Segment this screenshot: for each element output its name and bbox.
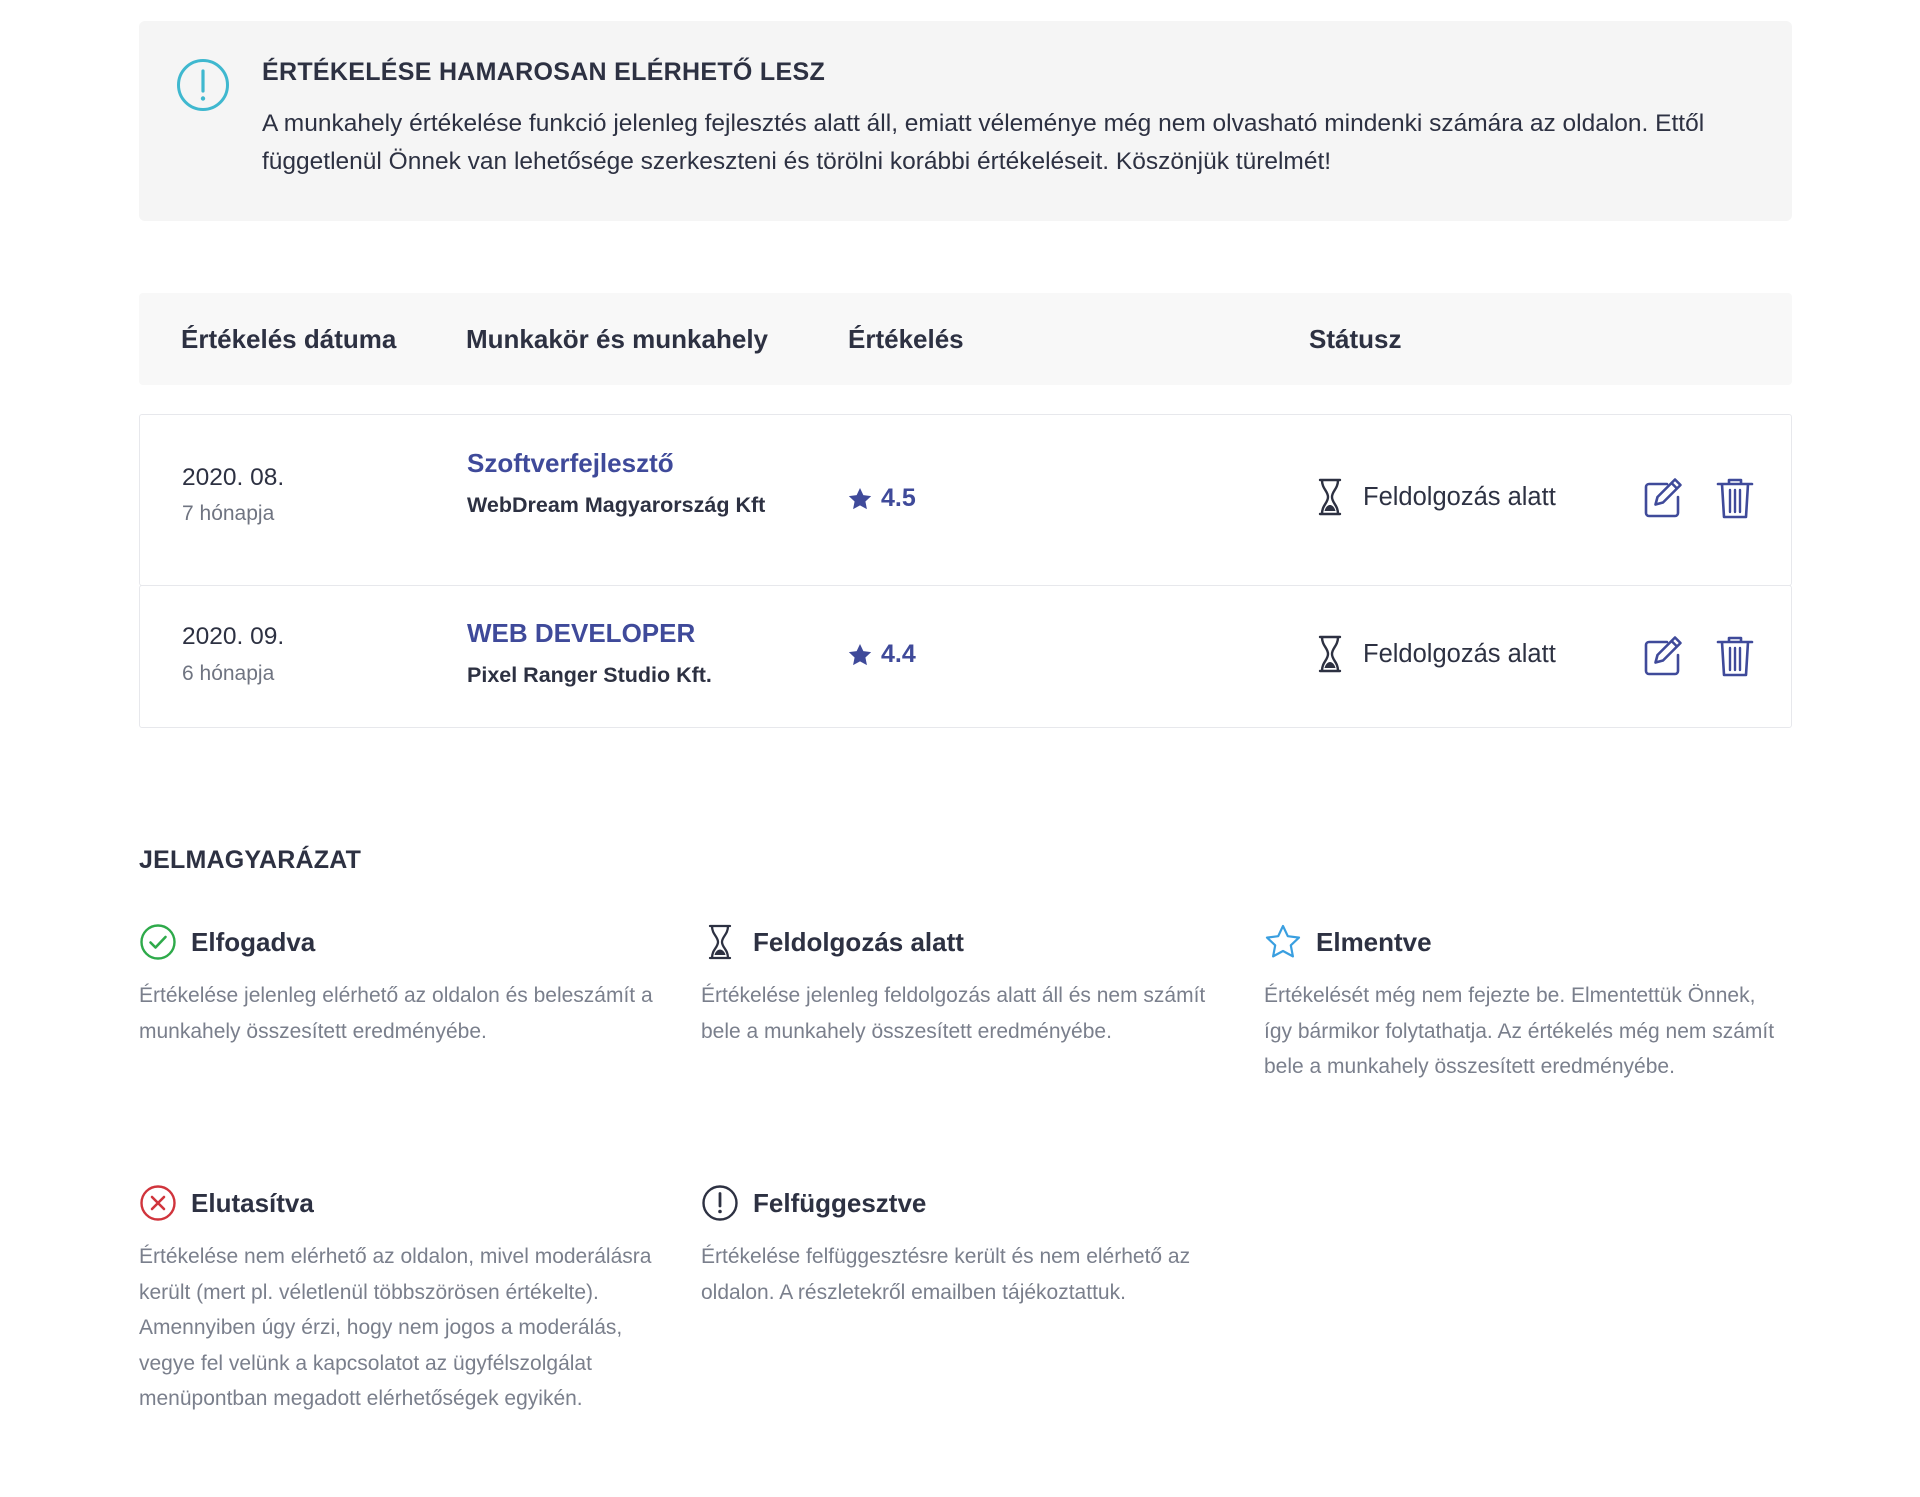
legend-label: Feldolgozás alatt	[753, 926, 964, 957]
rating-value: 4.4	[847, 640, 916, 669]
trash-icon[interactable]	[1715, 476, 1755, 520]
legend-item-saved: Elmentve Értékelését még nem fejezte be.…	[1264, 922, 1784, 1085]
edit-icon[interactable]	[1643, 476, 1683, 520]
reviews-page: ÉRTÉKELÉSE HAMAROSAN ELÉRHETŐ LESZ A mun…	[139, 21, 1792, 728]
trash-icon[interactable]	[1715, 634, 1755, 678]
legend-item-processing: Feldolgozás alatt Értékelése jelenleg fe…	[701, 922, 1221, 1049]
star-filled-icon	[848, 643, 872, 665]
legend-item-suspended: Felfüggesztve Értékelése felfüggesztésre…	[701, 1183, 1221, 1310]
legend-title: JELMAGYARÁZAT	[139, 846, 362, 874]
column-header-job: Munkakör és munkahely	[466, 324, 768, 354]
review-date: 2020. 08.	[182, 464, 285, 491]
company-name: Pixel Ranger Studio Kft.	[467, 663, 712, 687]
legend-item-accepted: Elfogadva Értékelése jelenleg elérhető a…	[139, 922, 659, 1049]
status-badge: Feldolgozás alatt	[1315, 477, 1556, 517]
exclamation-circle-icon	[702, 1185, 738, 1221]
column-header-rating: Értékelés	[848, 324, 964, 354]
star-outline-icon	[1265, 924, 1301, 958]
exclamation-circle-icon	[177, 59, 229, 111]
status-badge: Feldolgozás alatt	[1315, 634, 1556, 674]
status-label: Feldolgozás alatt	[1363, 639, 1556, 668]
notice-title: ÉRTÉKELÉSE HAMAROSAN ELÉRHETŐ LESZ	[262, 58, 826, 86]
legend-label: Felfüggesztve	[753, 1187, 927, 1218]
review-age: 7 hónapja	[182, 502, 275, 525]
legend-description: Értékelése nem elérhető az oldalon, mive…	[139, 1245, 652, 1410]
review-age: 6 hónapja	[182, 662, 275, 685]
legend-description: Értékelése felfüggesztésre került és nem…	[701, 1245, 1191, 1304]
table-row: 2020. 09. 6 hónapja WEB DEVELOPER Pixel …	[139, 585, 1792, 728]
legend-label: Elfogadva	[191, 926, 316, 957]
hourglass-icon	[1318, 478, 1342, 516]
legend-description: Értékelése jelenleg feldolgozás alatt ál…	[701, 984, 1206, 1043]
status-label: Feldolgozás alatt	[1363, 482, 1556, 511]
legend-item-rejected: Elutasítva Értékelése nem elérhető az ol…	[139, 1183, 659, 1417]
table-row: 2020. 08. 7 hónapja Szoftverfejlesztő We…	[139, 414, 1792, 586]
column-header-status: Státusz	[1309, 324, 1402, 354]
check-circle-icon	[140, 924, 176, 960]
job-title-link[interactable]: WEB DEVELOPER	[467, 618, 695, 649]
legend-description: Értékelését még nem fejezte be. Elmentet…	[1264, 984, 1775, 1078]
reviews-table-body: 2020. 08. 7 hónapja Szoftverfejlesztő We…	[139, 414, 1792, 728]
job-title-link[interactable]: Szoftverfejlesztő	[467, 448, 674, 479]
rating-value: 4.5	[847, 484, 916, 513]
notice-text: A munkahely értékelése funkció jelenleg …	[262, 110, 1705, 175]
hourglass-icon	[1318, 635, 1342, 673]
star-filled-icon	[848, 487, 872, 509]
legend-description: Értékelése jelenleg elérhető az oldalon …	[139, 984, 653, 1043]
edit-icon[interactable]	[1643, 634, 1683, 678]
x-circle-icon	[140, 1185, 176, 1221]
column-header-date: Értékelés dátuma	[181, 324, 397, 354]
rating-number: 4.4	[881, 640, 916, 668]
legend-label: Elmentve	[1316, 926, 1432, 957]
company-name: WebDream Magyarország Kft	[467, 493, 766, 517]
review-date: 2020. 09.	[182, 623, 285, 650]
info-notice: ÉRTÉKELÉSE HAMAROSAN ELÉRHETŐ LESZ A mun…	[139, 21, 1792, 221]
reviews-table-header: Értékelés dátuma Munkakör és munkahely É…	[139, 293, 1792, 385]
legend-label: Elutasítva	[191, 1187, 314, 1218]
rating-number: 4.5	[881, 484, 916, 512]
hourglass-icon	[708, 924, 732, 960]
